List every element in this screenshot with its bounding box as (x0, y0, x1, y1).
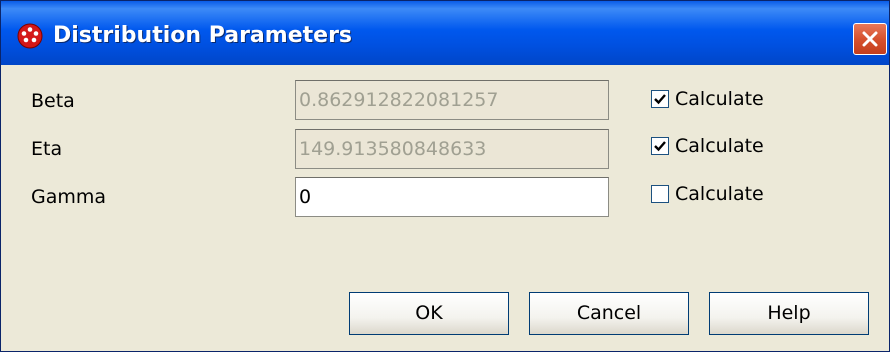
beta-calculate-label: Calculate (675, 88, 764, 110)
app-icon (17, 23, 43, 49)
checkbox-checked[interactable] (651, 137, 669, 155)
help-button[interactable]: Help (709, 292, 869, 335)
eta-label: Eta (31, 138, 63, 160)
eta-field[interactable] (295, 129, 609, 169)
close-button[interactable] (853, 23, 887, 55)
cancel-button[interactable]: Cancel (529, 292, 689, 335)
beta-label: Beta (31, 90, 75, 112)
eta-calculate-checkbox[interactable]: Calculate (651, 135, 764, 157)
ok-button[interactable]: OK (349, 292, 509, 335)
checkbox-unchecked[interactable] (651, 185, 669, 203)
title-bar[interactable]: Distribution Parameters (1, 1, 889, 65)
gamma-field[interactable] (295, 177, 609, 217)
gamma-label: Gamma (31, 186, 107, 208)
gamma-calculate-label: Calculate (675, 183, 764, 205)
dialog-window: Distribution Parameters Beta Calculate E… (0, 0, 890, 352)
beta-calculate-checkbox[interactable]: Calculate (651, 88, 764, 110)
window-title: Distribution Parameters (53, 23, 353, 48)
beta-field[interactable] (295, 80, 609, 120)
checkbox-checked[interactable] (651, 90, 669, 108)
gamma-calculate-checkbox[interactable]: Calculate (651, 183, 764, 205)
eta-calculate-label: Calculate (675, 135, 764, 157)
